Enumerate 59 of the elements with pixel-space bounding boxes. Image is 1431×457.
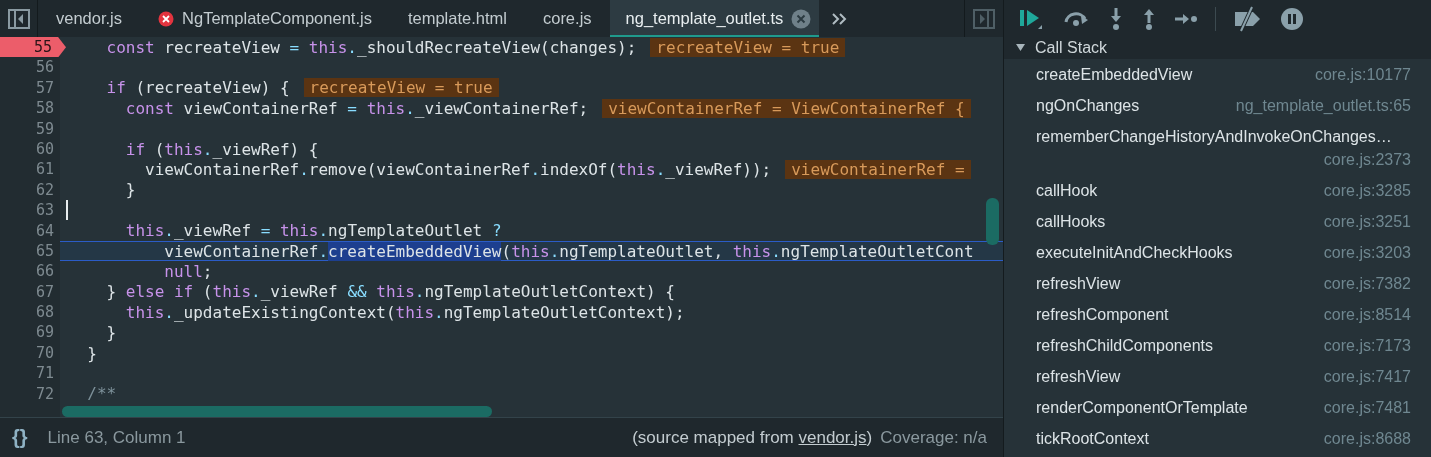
inline-value-hint: viewContainerRef = xyxy=(785,160,971,180)
line-number: 57 xyxy=(34,77,55,99)
line-number: 62 xyxy=(34,179,55,201)
breakpoint-marker[interactable]: 55 xyxy=(0,37,66,58)
code-line: } xyxy=(86,343,97,363)
file-tab[interactable]: vendor.js xyxy=(38,0,141,37)
inline-value-hint: recreateView = true xyxy=(303,78,499,98)
line-number: 56 xyxy=(34,57,55,78)
line-number: 58 xyxy=(34,98,55,119)
pretty-print-button[interactable]: {} xyxy=(12,426,28,449)
code-line: /** xyxy=(86,384,117,404)
call-frame[interactable]: refreshComponent core.js:8514 xyxy=(1004,299,1431,330)
code-line: this._viewRef = this.ngTemplateOutlet ? xyxy=(124,221,502,241)
line-number: 63 xyxy=(34,200,55,221)
file-tab[interactable]: template.html xyxy=(389,0,525,37)
file-tab[interactable]: NgTemplateComponent.js xyxy=(140,0,390,37)
line-number: 59 xyxy=(34,118,55,139)
inline-value-hint: viewContainerRef = ViewContainerRef { xyxy=(602,98,971,118)
call-frame[interactable]: createEmbeddedView core.js:10177 xyxy=(1004,59,1431,90)
code-line: if (recreateView) { xyxy=(105,78,290,98)
source-map-info: (source mapped from vendor.js) xyxy=(632,427,873,448)
line-number: 70 xyxy=(34,342,55,364)
coverage-info: Coverage: n/a xyxy=(880,427,987,448)
call-frame[interactable]: rememberChangeHistoryAndInvokeOnChanges… core.js:2373 xyxy=(1004,121,1431,175)
call-stack-header[interactable]: Call Stack xyxy=(1004,37,1431,59)
file-tab[interactable]: ng_template_outlet.ts xyxy=(609,0,820,37)
call-frame[interactable]: tickRootContext core.js:8688 xyxy=(1004,423,1431,454)
code-line: if (this._viewRef) { xyxy=(124,139,319,159)
call-frame[interactable]: renderComponentOrTemplate core.js:7481 xyxy=(1004,392,1431,423)
line-number: 68 xyxy=(34,302,55,323)
code-line: } xyxy=(124,180,136,200)
line-number: 66 xyxy=(34,261,55,282)
code-line: null; xyxy=(163,262,213,281)
code-line: viewContainerRef.remove(viewContainerRef.indexOf(this._viewRef)); xyxy=(144,160,772,180)
call-frame[interactable]: callHook core.js:3285 xyxy=(1004,175,1431,206)
call-frame[interactable]: executeInitAndCheckHooks core.js:3203 xyxy=(1004,237,1431,268)
line-number: 65 xyxy=(34,240,55,262)
call-frame[interactable]: callHooks core.js:3251 xyxy=(1004,206,1431,237)
call-frame[interactable]: refreshChildComponents core.js:7173 xyxy=(1004,330,1431,361)
call-frame[interactable]: refreshView core.js:7382 xyxy=(1004,268,1431,299)
line-number: 67 xyxy=(34,281,55,303)
file-tab[interactable]: core.js xyxy=(524,0,610,37)
line-number: 60 xyxy=(34,138,55,160)
line-number: 64 xyxy=(34,220,55,241)
cursor-position: Line 63, Column 1 xyxy=(47,427,186,448)
line-number: 72 xyxy=(34,383,55,405)
inline-value-hint: recreateView = true xyxy=(650,37,846,57)
call-frame[interactable]: ngOnChanges ng_template_outlet.ts:65 xyxy=(1004,90,1431,121)
call-frame[interactable]: refreshView core.js:7417 xyxy=(1004,361,1431,392)
code-line: viewContainerRef.createEmbeddedView(this.ngTemplateOutlet, this.ngTemplateOutletCont xyxy=(163,241,974,261)
line-number: 71 xyxy=(34,363,55,384)
code-line: const viewContainerRef = this._viewContainerRef; xyxy=(124,98,589,118)
line-number: 69 xyxy=(34,322,55,343)
code-line: const recreateView = this._shouldRecreateView(changes); xyxy=(105,37,637,57)
line-number: 61 xyxy=(34,159,55,180)
source-link[interactable]: vendor.js xyxy=(798,427,867,447)
code-line: } xyxy=(105,323,117,343)
code-line: } else if (this._viewRef && this.ngTemplateOutletContext) { xyxy=(105,282,675,302)
code-line: this._updateExistingContext(this.ngTemplateOutletContext); xyxy=(124,302,685,322)
